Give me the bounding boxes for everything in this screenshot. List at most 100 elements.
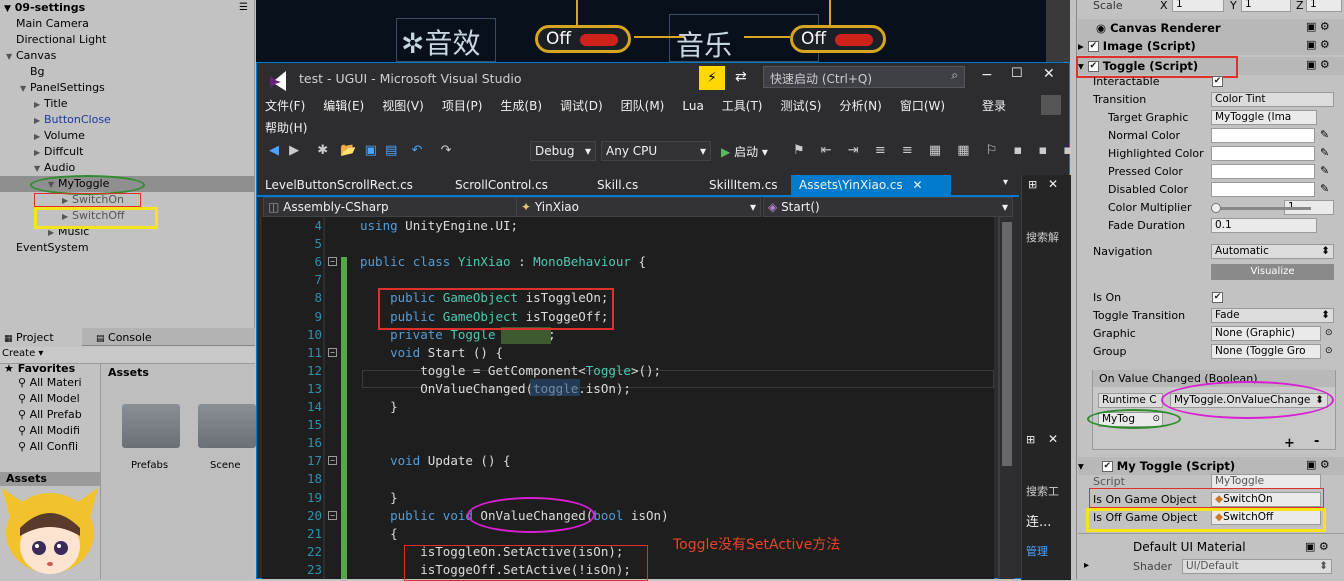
image-enabled-checkbox[interactable]: ✔	[1087, 41, 1099, 52]
toggle-transition-select[interactable]: Fade ⬍	[1211, 308, 1334, 323]
expand-arrow-icon[interactable]: ▶	[34, 113, 44, 129]
search-solution-input[interactable]: 搜索解	[1026, 229, 1059, 245]
menu-icon[interactable]: ☰	[239, 2, 248, 13]
menu-item[interactable]: 视图(V)	[382, 99, 424, 113]
panel-close-icon[interactable]: ✕	[1048, 432, 1058, 446]
runtime-select[interactable]: Runtime C ⬍	[1098, 393, 1163, 408]
navigation-select[interactable]: Automatic ⬍	[1211, 244, 1334, 259]
hierarchy-item[interactable]: Main Camera	[0, 16, 255, 32]
scrollbar-thumb[interactable]	[1002, 222, 1012, 466]
method-nav[interactable]: ◈ Start() ▾	[763, 197, 1013, 217]
hierarchy-item[interactable]: ▼ Audio	[0, 160, 255, 176]
favorite-item[interactable]: ⚲ All Confli	[18, 440, 78, 453]
forward-icon[interactable]: ▶	[289, 143, 299, 158]
expand-arrow-icon[interactable]: ▼	[34, 161, 44, 177]
scene-view[interactable]: ✲音效 Off 音乐 Off	[256, 0, 1070, 62]
tab-overflow-icon[interactable]: ▾	[1003, 177, 1008, 188]
slider-knob[interactable]	[1211, 203, 1221, 213]
inspector-field[interactable]: Color Tint	[1211, 92, 1334, 107]
hierarchy-item[interactable]: ▶ ButtonClose	[0, 112, 255, 128]
manage-link[interactable]: 管理	[1026, 543, 1048, 559]
inspector-field[interactable]: 0.1	[1211, 218, 1317, 233]
shader-select[interactable]: UI/Default ⬍	[1182, 559, 1332, 574]
feedback-icon[interactable]: ⚡	[699, 66, 725, 90]
add-event-button[interactable]: +	[1284, 436, 1295, 451]
undo-icon[interactable]: ↶	[412, 143, 423, 158]
favorite-item[interactable]: ⚲ All Materi	[18, 376, 82, 389]
code-line[interactable]: OnValueChanged(toggle.isOn);	[360, 381, 631, 396]
music-toggle[interactable]: Off	[790, 25, 886, 53]
hierarchy-item[interactable]: Directional Light	[0, 32, 255, 48]
menu-item[interactable]: 项目(P)	[442, 99, 483, 113]
open-icon[interactable]: 📂	[340, 143, 356, 158]
visualize-button[interactable]: Visualize	[1211, 264, 1334, 280]
expand-icon[interactable]: ▸	[1084, 560, 1089, 571]
scale-x-field[interactable]: 1	[1172, 0, 1224, 12]
inspector-field[interactable]: ✔	[1212, 76, 1223, 87]
is-on-checkbox[interactable]: ✔	[1212, 292, 1223, 303]
menu-item[interactable]: 分析(N)	[839, 99, 881, 113]
menu-item[interactable]: 窗口(W)	[900, 99, 945, 113]
inspector-field[interactable]	[1211, 128, 1315, 143]
code-editor[interactable]: 4 using UnityEngine.UI; 5 6 public class Yin…	[262, 217, 1012, 579]
hierarchy-item[interactable]: Bg	[0, 64, 255, 80]
menu-item[interactable]: 团队(M)	[621, 99, 665, 113]
folder-icon[interactable]	[198, 404, 256, 448]
menu-item[interactable]: 文件(F)	[265, 99, 305, 113]
menu-item[interactable]: Lua	[682, 99, 703, 113]
help-icon[interactable]: ▣ ⚙	[1306, 20, 1330, 33]
collapse-icon[interactable]: −	[328, 347, 337, 357]
code-line[interactable]: public class YinXiao : MonoBehaviour {	[360, 254, 646, 269]
object-picker-icon[interactable]: ⊙	[1325, 346, 1333, 356]
inspector-field[interactable]	[1211, 164, 1315, 179]
hierarchy-item[interactable]: EventSystem	[0, 240, 255, 256]
redo-icon[interactable]: ↷	[441, 143, 452, 158]
back-icon[interactable]: ◀	[269, 143, 279, 158]
start-button[interactable]: ▶ 启动 ▾	[721, 143, 768, 160]
expand-arrow-icon[interactable]: ▶	[34, 129, 44, 145]
canvas-renderer-header[interactable]: ◉ Canvas Renderer	[1078, 19, 1344, 37]
editor-tab[interactable]: SkillItem.cs	[701, 175, 786, 195]
config-select[interactable]: Debug ▾	[530, 141, 596, 161]
create-dropdown[interactable]: Create ▾	[2, 348, 43, 359]
eyedropper-icon[interactable]: ✎	[1320, 164, 1329, 177]
expand-arrow-icon[interactable]: ▼	[6, 49, 16, 65]
object-picker-icon[interactable]: ⊙	[1325, 328, 1333, 338]
scene-title[interactable]: ▼ 09-settings	[4, 0, 85, 16]
scale-z-field[interactable]: 1	[1306, 0, 1342, 12]
folder-icon[interactable]	[122, 404, 180, 448]
minimize-button[interactable]: −	[981, 67, 993, 83]
expand-arrow-icon[interactable]: ▶	[34, 145, 44, 161]
avatar[interactable]	[1041, 95, 1061, 115]
editor-tab[interactable]: Skill.cs	[589, 175, 646, 195]
hierarchy-item[interactable]: ▼ PanelSettings	[0, 80, 255, 96]
favorite-item[interactable]: ⚲ All Prefab	[18, 408, 82, 421]
help-icon[interactable]: ▣ ⚙	[1306, 38, 1330, 51]
maximize-button[interactable]: ☐	[1011, 66, 1023, 81]
save-icon[interactable]: ▣	[365, 143, 377, 158]
tab-project[interactable]: ▦ Project	[0, 328, 82, 346]
code-line[interactable]: {	[360, 526, 398, 541]
editor-tab[interactable]: Assets\YinXiao.cs ✕	[791, 175, 951, 195]
graphic-field[interactable]: None (Graphic)	[1211, 326, 1321, 341]
menu-item[interactable]: 调试(D)	[560, 99, 603, 113]
tab-close-icon[interactable]: ✕	[912, 178, 922, 192]
new-project-icon[interactable]: ✱	[317, 143, 328, 158]
menu-item[interactable]: 生成(B)	[500, 99, 542, 113]
code-line[interactable]: }	[360, 490, 398, 505]
inspector-field[interactable]	[1211, 146, 1315, 161]
pin-icon[interactable]: ⊞	[1026, 433, 1035, 446]
hierarchy-item[interactable]: ▼ Canvas	[0, 48, 255, 64]
eyedropper-icon[interactable]: ✎	[1320, 128, 1329, 141]
menu-item[interactable]: 编辑(E)	[323, 99, 364, 113]
inspector-field[interactable]: MyToggle (Ima	[1211, 110, 1317, 125]
notifications-icon[interactable]: ⇄	[735, 69, 747, 85]
menu-item[interactable]: 测试(S)	[781, 99, 822, 113]
expand-arrow-icon[interactable]: ▼	[20, 81, 30, 97]
editor-tab[interactable]: ScrollControl.cs	[447, 175, 556, 195]
eyedropper-icon[interactable]: ✎	[1320, 182, 1329, 195]
collapse-icon[interactable]: −	[328, 257, 337, 267]
tab-console[interactable]: ▤ Console	[96, 331, 152, 344]
remove-event-button[interactable]: -	[1314, 434, 1319, 449]
sound-toggle[interactable]: Off	[535, 25, 631, 53]
